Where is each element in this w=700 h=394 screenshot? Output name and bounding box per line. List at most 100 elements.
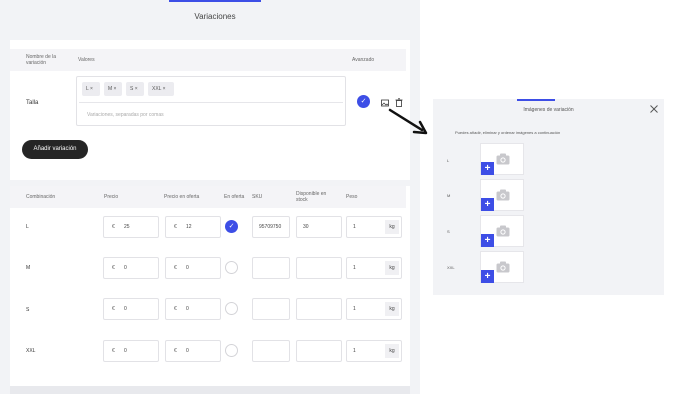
image-slot-xxl[interactable]: + xyxy=(480,251,524,283)
camera-icon xyxy=(496,261,510,273)
stock-value: 30 xyxy=(303,224,309,230)
variation-values-input[interactable]: L × M × S × XXL × Variaciones, separadas… xyxy=(76,76,346,126)
row-xxl-label: XXL xyxy=(26,348,36,354)
chip-l[interactable]: L × xyxy=(82,82,100,96)
col-sale-price: Precio en oferta xyxy=(164,194,200,200)
row-m-label: M xyxy=(26,265,31,271)
currency-symbol: € xyxy=(174,224,177,230)
col-combination: Combinación xyxy=(26,194,56,200)
values-divider xyxy=(79,102,343,103)
row-s-on-sale-toggle[interactable] xyxy=(225,302,238,315)
image-slot-m[interactable]: + xyxy=(480,179,524,211)
camera-icon xyxy=(496,153,510,165)
arrow-icon xyxy=(388,108,428,135)
price-value: 0 xyxy=(124,348,127,354)
row-l-label: L xyxy=(26,224,29,230)
trash-icon[interactable] xyxy=(395,98,403,107)
col-sku: SKU xyxy=(252,194,263,200)
col-on-sale: En oferta xyxy=(224,194,245,200)
variation-images-panel: Imágenes de variación Puedes añadir, eli… xyxy=(433,99,664,295)
variation-name: Talla xyxy=(26,100,39,106)
row-m-sku-input[interactable] xyxy=(252,257,290,279)
row-xxl-sale-input[interactable]: € 0 xyxy=(165,340,221,362)
add-image-plus-icon[interactable]: + xyxy=(481,162,494,175)
row-s-sale-input[interactable]: € 0 xyxy=(165,298,221,320)
row-xxl-sku-input[interactable] xyxy=(252,340,290,362)
add-image-plus-icon[interactable]: + xyxy=(481,270,494,283)
variation-header: Nombre de la variación Valores Avanzado xyxy=(10,49,406,71)
price-value: 0 xyxy=(124,265,127,271)
sku-value: 95709750 xyxy=(259,224,282,230)
unit-label: kg xyxy=(385,302,399,316)
combinations-header: Combinación Precio Precio en oferta En o… xyxy=(10,186,406,208)
header-advanced: Avanzado xyxy=(352,57,375,63)
header-values: Valores xyxy=(78,57,95,63)
row-s-stock-input[interactable] xyxy=(296,298,342,320)
images-panel-title: Imágenes de variación xyxy=(523,107,574,113)
weight-value: 1 xyxy=(353,224,356,230)
image-row-m-label: M xyxy=(447,193,451,198)
unit-label: kg xyxy=(385,344,399,358)
sale-value: 0 xyxy=(186,265,189,271)
active-tab-indicator xyxy=(169,0,261,2)
advanced-check-icon[interactable]: ✓ xyxy=(357,95,370,108)
unit-label: kg xyxy=(385,220,399,234)
add-image-plus-icon[interactable]: + xyxy=(481,198,494,211)
chip-xxl[interactable]: XXL × xyxy=(148,82,174,96)
row-m-price-input[interactable]: € 0 xyxy=(103,257,159,279)
row-l-stock-input[interactable]: 30 xyxy=(296,216,342,238)
row-xxl-price-input[interactable]: € 0 xyxy=(103,340,159,362)
row-m-weight-input[interactable]: 1 kg xyxy=(346,257,402,279)
row-xxl-weight-input[interactable]: 1 kg xyxy=(346,340,402,362)
col-stock: Disponible en stock xyxy=(296,191,327,203)
chip-m[interactable]: M × xyxy=(104,82,122,96)
currency-symbol: € xyxy=(174,306,177,312)
images-description: Puedes añadir, eliminar y ordenar imágen… xyxy=(455,130,561,135)
image-row-xxl-label: XXL xyxy=(447,265,455,270)
row-m-sale-input[interactable]: € 0 xyxy=(165,257,221,279)
sale-value: 12 xyxy=(186,224,192,230)
row-l-price-input[interactable]: € 25 xyxy=(103,216,159,238)
currency-symbol: € xyxy=(174,265,177,271)
currency-symbol: € xyxy=(112,224,115,230)
row-l-sku-input[interactable]: 95709750 xyxy=(252,216,290,238)
values-placeholder: Variaciones, separadas por comas xyxy=(87,112,164,118)
row-s-sku-input[interactable] xyxy=(252,298,290,320)
right-tab-indicator xyxy=(517,99,555,101)
sale-value: 0 xyxy=(186,306,189,312)
col-price: Precio xyxy=(104,194,119,200)
row-m-on-sale-toggle[interactable] xyxy=(225,261,238,274)
weight-value: 1 xyxy=(353,306,356,312)
add-image-plus-icon[interactable]: + xyxy=(481,234,494,247)
row-s-price-input[interactable]: € 0 xyxy=(103,298,159,320)
image-row-s-label: S xyxy=(447,229,450,234)
row-l-sale-input[interactable]: € 12 xyxy=(165,216,221,238)
row-s-weight-input[interactable]: 1 kg xyxy=(346,298,402,320)
chip-s[interactable]: S × xyxy=(126,82,144,96)
row-l-weight-input[interactable]: 1 kg xyxy=(346,216,402,238)
weight-value: 1 xyxy=(353,348,356,354)
add-variation-button[interactable]: Añadir variación xyxy=(22,140,88,159)
col-weight: Peso xyxy=(346,194,358,200)
price-value: 25 xyxy=(124,224,130,230)
row-xxl-stock-input[interactable] xyxy=(296,340,342,362)
currency-symbol: € xyxy=(112,306,115,312)
row-xxl-on-sale-toggle[interactable] xyxy=(225,344,238,357)
currency-symbol: € xyxy=(112,265,115,271)
currency-symbol: € xyxy=(112,348,115,354)
image-slot-s[interactable]: + xyxy=(480,215,524,247)
close-icon[interactable] xyxy=(649,104,659,114)
row-l-on-sale-check-icon[interactable]: ✓ xyxy=(225,220,238,233)
header-name: Nombre de la variación xyxy=(26,54,57,66)
sale-value: 0 xyxy=(186,348,189,354)
bottom-strip xyxy=(10,386,410,394)
weight-value: 1 xyxy=(353,265,356,271)
unit-label: kg xyxy=(385,261,399,275)
camera-icon xyxy=(496,225,510,237)
stage: Variaciones Nombre de la variación Valor… xyxy=(0,0,700,394)
image-slot-l[interactable]: + xyxy=(480,143,524,175)
row-s-label: S xyxy=(26,307,30,313)
row-m-stock-input[interactable] xyxy=(296,257,342,279)
image-icon[interactable] xyxy=(381,99,389,108)
currency-symbol: € xyxy=(174,348,177,354)
